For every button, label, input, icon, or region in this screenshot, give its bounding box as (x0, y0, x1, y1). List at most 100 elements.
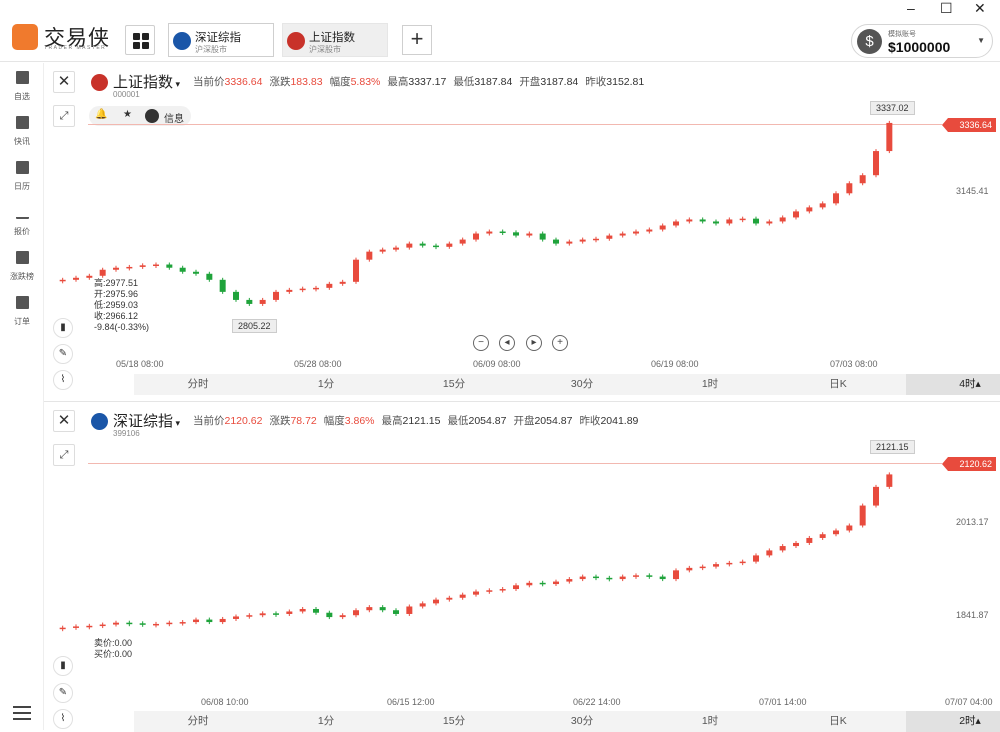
scroll-right-button[interactable]: ▸ (526, 335, 542, 351)
candlestick-chart-shzs[interactable] (44, 108, 944, 338)
tf-1m[interactable]: 1分 (262, 711, 390, 732)
candle (646, 229, 653, 232)
tf-30m[interactable]: 30分 (518, 374, 646, 395)
sidebar-label: 自选 (14, 92, 30, 101)
quote-value: 2120.62 (224, 415, 263, 427)
tf-1h[interactable]: 1时 (646, 374, 774, 395)
candle (859, 175, 866, 184)
candle-type-icon[interactable]: ▮ (53, 656, 73, 676)
brand-subtitle: TRADER MASTER (44, 45, 107, 51)
candle (793, 542, 799, 547)
candle (259, 613, 266, 616)
x-tick-label: 07/01 14:00 (759, 697, 807, 707)
tf-tick[interactable]: 分时 (134, 374, 262, 395)
tf-tick[interactable]: 分时 (134, 711, 262, 732)
zoom-out-button[interactable]: − (473, 335, 489, 351)
candle (539, 582, 546, 585)
draw-pen-icon[interactable]: ✎ (53, 344, 73, 364)
quote-value: 2041.89 (600, 415, 639, 427)
candle (486, 590, 493, 592)
quote-value: 2121.15 (402, 415, 441, 427)
candle (446, 597, 453, 600)
layout-grid-button[interactable] (125, 25, 155, 55)
tf-daily[interactable]: 日K (774, 711, 902, 732)
indicator-icon[interactable]: ⌇ (53, 370, 73, 390)
quote-key: 涨跌 (269, 415, 291, 427)
maximize-button[interactable]: ☐ (940, 0, 953, 17)
candle (393, 247, 399, 250)
candle (699, 219, 706, 222)
app-logo-icon (12, 24, 38, 50)
close-panel-button[interactable]: ✕ (53, 410, 75, 432)
candle (366, 251, 373, 260)
zoom-in-button[interactable]: + (552, 335, 568, 351)
dropdown-caret-icon: ▼ (977, 36, 985, 45)
draw-pen-icon[interactable]: ✎ (53, 683, 73, 703)
minimize-button[interactable]: – (907, 0, 915, 16)
symbol-name[interactable]: 深证综指 ▾ (113, 410, 180, 431)
candle (99, 269, 106, 276)
candle-type-icon[interactable]: ▮ (53, 318, 73, 338)
candle (233, 616, 239, 619)
candle (473, 591, 479, 595)
candle (846, 183, 853, 194)
candle (339, 281, 346, 284)
sidebar-item-quotes[interactable]: 报价 (0, 206, 44, 237)
candle (206, 619, 213, 623)
account-selector[interactable]: $ 模拟账号 $1000000 ▼ (851, 24, 993, 58)
candle (606, 235, 613, 239)
tf-15m[interactable]: 15分 (390, 374, 518, 395)
candle (219, 618, 226, 623)
tf-30m[interactable]: 30分 (518, 711, 646, 732)
candle (299, 608, 306, 612)
candle (73, 277, 79, 280)
candle (593, 238, 599, 241)
tab-title: 上证指数 (309, 32, 355, 44)
sidebar-item-orders[interactable]: 订单 (0, 296, 44, 327)
sidebar-item-news[interactable]: 快讯 (0, 116, 44, 147)
chart-panel-szzz: ✕ ⤢ 深证综指 ▾ 399106 当前价2120.62 涨跌78.72 幅度3.8… (44, 401, 1000, 732)
candle (753, 218, 759, 224)
add-tab-button[interactable]: + (402, 25, 432, 55)
tf-2h[interactable]: 2时▴ (906, 711, 1000, 732)
candle (233, 291, 239, 300)
sidebar-item-calendar[interactable]: 日历 (0, 161, 44, 192)
quote-value: 2054.87 (534, 415, 573, 427)
candle (726, 219, 733, 224)
sidebar-item-watchlist[interactable]: 自选 (0, 71, 44, 102)
quote-key: 开盘 (519, 76, 541, 88)
candle (499, 589, 506, 591)
tf-daily[interactable]: 日K (774, 374, 902, 395)
quote-key: 最低 (453, 76, 475, 88)
candle (886, 474, 893, 487)
sidebar-item-movers[interactable]: 涨跌榜 (0, 251, 44, 282)
tf-15m[interactable]: 15分 (390, 711, 518, 732)
symbol-name[interactable]: 上证指数 ▾ (113, 71, 180, 92)
tab-shzs[interactable]: 上证指数 沪深股市 (282, 23, 388, 57)
candle (726, 562, 733, 565)
candle (193, 619, 199, 623)
close-panel-button[interactable]: ✕ (53, 71, 75, 93)
menu-icon[interactable] (13, 706, 31, 724)
tf-1m[interactable]: 1分 (262, 374, 390, 395)
scroll-left-button[interactable]: ◂ (499, 335, 515, 351)
candle (686, 567, 693, 571)
x-tick-label: 06/22 14:00 (573, 697, 621, 707)
candle (659, 225, 666, 230)
quote-bar: 当前价2120.62 涨跌78.72 幅度3.86% 最高2121.15 最低2054.… (193, 413, 645, 428)
trend-icon (15, 206, 29, 219)
close-window-button[interactable]: ✕ (974, 0, 986, 17)
candle (566, 579, 573, 582)
candle (486, 231, 493, 234)
bid-price: 买价:0.00 (94, 649, 133, 659)
timeframe-bar: 分时 1分 15分 30分 1时 日K 4时▴ (134, 374, 1000, 395)
candle (779, 217, 786, 222)
account-label: 模拟账号 (888, 31, 916, 38)
tf-4h[interactable]: 4时▴ (906, 374, 1000, 395)
tf-1h[interactable]: 1时 (646, 711, 774, 732)
candlestick-chart-szzz[interactable] (44, 447, 944, 637)
indicator-icon[interactable]: ⌇ (53, 709, 73, 729)
tab-szzz[interactable]: 深证综指 沪深股市 (168, 23, 274, 57)
quote-bar: 当前价3336.64 涨跌183.83 幅度5.83% 最高3337.17 最低3187… (193, 74, 651, 89)
x-tick-label: 06/08 10:00 (201, 697, 249, 707)
